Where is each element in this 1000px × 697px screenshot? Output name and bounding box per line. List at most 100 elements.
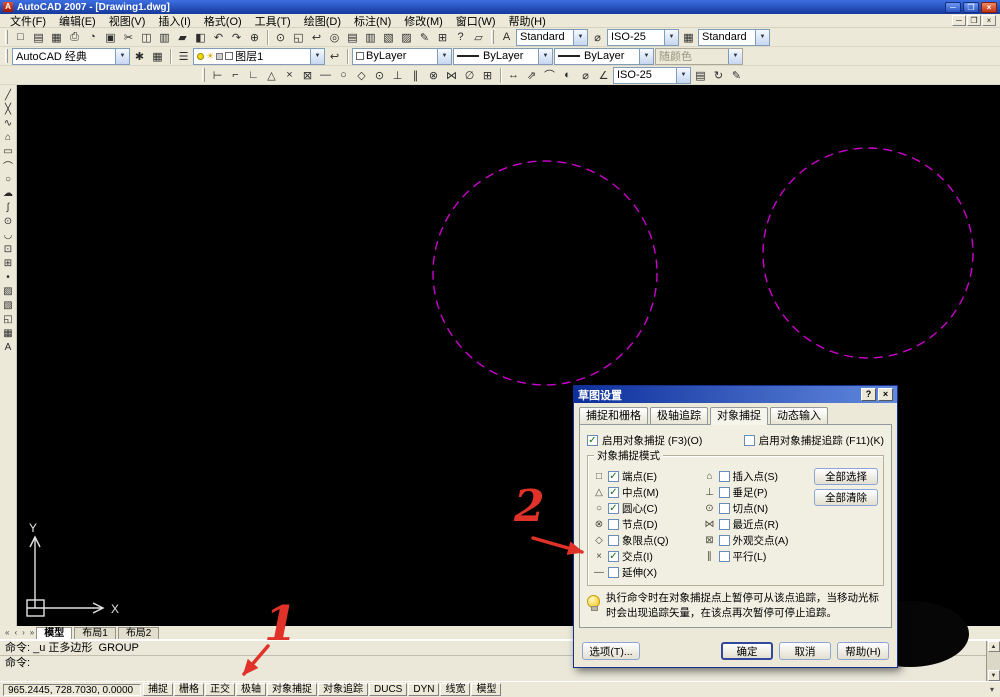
tool-palettes-icon[interactable]: ▧ xyxy=(380,29,397,45)
table-style-icon[interactable]: ▦ xyxy=(680,29,697,45)
osnap-mode-checkbox[interactable] xyxy=(718,470,730,482)
dimension-style-combo[interactable]: ISO-25 ▼ xyxy=(613,66,691,84)
chevron-down-icon[interactable]: ▼ xyxy=(310,48,324,64)
help-icon[interactable]: ? xyxy=(452,29,469,45)
chevron-down-icon[interactable]: ▼ xyxy=(676,67,690,83)
close-button[interactable]: × xyxy=(981,1,997,13)
dim-radius-icon[interactable]: ◐ xyxy=(559,67,576,83)
cut-icon[interactable]: ✂ xyxy=(120,29,137,45)
scroll-up-icon[interactable]: ▲ xyxy=(987,641,1000,652)
dim-arc-icon[interactable]: ⌒ xyxy=(541,67,558,83)
menu-modify[interactable]: 修改(M) xyxy=(398,13,449,29)
save-workspace-icon[interactable]: ▦ xyxy=(149,48,166,64)
orbit-icon[interactable]: ◎ xyxy=(326,29,343,45)
zoom-realtime-icon[interactable]: ⊙ xyxy=(272,29,289,45)
plot-icon[interactable]: ⎙ xyxy=(66,29,83,45)
osnap-mode-checkbox[interactable] xyxy=(718,534,730,546)
menu-dimension[interactable]: 标注(N) xyxy=(348,13,397,29)
menu-draw[interactable]: 绘图(D) xyxy=(298,13,347,29)
linetype-combo[interactable]: ByLayer ▼ xyxy=(453,47,553,65)
cancel-button[interactable]: 取消 xyxy=(779,642,831,660)
snap-center-icon[interactable]: ○ xyxy=(335,67,352,83)
osnap-mode-checkbox[interactable] xyxy=(608,534,619,546)
osnap-mode-checkbox[interactable] xyxy=(608,502,619,514)
status-polar-button[interactable]: 极轴 xyxy=(236,683,266,696)
zoom-window-icon[interactable]: ◱ xyxy=(290,29,307,45)
text-style-icon[interactable]: A xyxy=(498,29,515,45)
circle-icon[interactable]: ○ xyxy=(1,172,16,186)
status-ortho-button[interactable]: 正交 xyxy=(205,683,235,696)
dim-aligned-icon[interactable]: ⇗ xyxy=(523,67,540,83)
tab-polar-tracking[interactable]: 极轴追踪 xyxy=(650,407,708,424)
ok-button[interactable]: 确定 xyxy=(721,642,773,660)
status-dyn-button[interactable]: DYN xyxy=(408,683,440,696)
line-icon[interactable]: ╱ xyxy=(1,88,16,102)
snap-tangent-icon[interactable]: ⊙ xyxy=(371,67,388,83)
hatch-icon[interactable]: ▨ xyxy=(1,284,16,298)
make-block-icon[interactable]: ⊞ xyxy=(1,256,16,270)
maximize-button[interactable]: ❐ xyxy=(963,1,979,13)
spline-icon[interactable]: ∫ xyxy=(1,200,16,214)
status-lwt-button[interactable]: 线宽 xyxy=(440,683,471,696)
layer-combo[interactable]: ☀ 图层1 ▼ xyxy=(193,47,325,65)
status-tray-icon[interactable]: ▾ xyxy=(990,685,997,694)
dim-diameter-icon[interactable]: ⌀ xyxy=(577,67,594,83)
dim-style-combo[interactable]: ISO-25 ▼ xyxy=(607,28,679,46)
first-tab-icon[interactable]: « xyxy=(3,627,11,639)
gradient-icon[interactable]: ▧ xyxy=(1,298,16,312)
sheetset-manager-icon[interactable]: ▨ xyxy=(398,29,415,45)
chevron-down-icon[interactable]: ▼ xyxy=(538,48,552,64)
designcenter-icon[interactable]: ▥ xyxy=(362,29,379,45)
snap-perpendicular-icon[interactable]: ⊥ xyxy=(389,67,406,83)
chevron-down-icon[interactable]: ▼ xyxy=(639,48,653,64)
ellipse-arc-icon[interactable]: ◡ xyxy=(1,228,16,242)
menu-tools[interactable]: 工具(T) xyxy=(249,13,297,29)
zoom-previous-icon[interactable]: ↩ xyxy=(308,29,325,45)
dialog-help-button[interactable]: ? xyxy=(861,388,876,401)
construction-line-icon[interactable]: ╳ xyxy=(1,102,16,116)
clear-all-button[interactable]: 全部清除 xyxy=(814,489,878,506)
status-grid-button[interactable]: 栅格 xyxy=(174,683,204,696)
snap-apparent-icon[interactable]: ⊠ xyxy=(299,67,316,83)
osnap-mode-checkbox[interactable] xyxy=(608,518,619,530)
publish-icon[interactable]: ▣ xyxy=(102,29,119,45)
block-editor-icon[interactable]: ◧ xyxy=(192,29,209,45)
dashed-circle-2[interactable] xyxy=(762,147,974,359)
menu-file[interactable]: 文件(F) xyxy=(4,13,52,29)
snap-quadrant-icon[interactable]: ◇ xyxy=(353,67,370,83)
toolbar-grip[interactable] xyxy=(491,30,494,44)
titlebar[interactable]: A AutoCAD 2007 - [Drawing1.dwg] ─ ❐ × xyxy=(0,0,1000,14)
plot-preview-icon[interactable]: ◔ xyxy=(84,29,101,45)
menu-insert[interactable]: 插入(I) xyxy=(152,13,196,29)
snap-intersection-icon[interactable]: × xyxy=(281,67,298,83)
tab-snap-and-grid[interactable]: 捕捉和栅格 xyxy=(579,407,648,424)
status-snap-button[interactable]: 捕捉 xyxy=(143,683,173,696)
chevron-down-icon[interactable]: ▼ xyxy=(755,29,769,45)
snap-midpoint-icon[interactable]: △ xyxy=(263,67,280,83)
snap-node-icon[interactable]: ⊗ xyxy=(425,67,442,83)
minimize-button[interactable]: ─ xyxy=(945,1,961,13)
revcloud-icon[interactable]: ☁ xyxy=(1,186,16,200)
dialog-titlebar[interactable]: 草图设置 ? × xyxy=(574,386,897,403)
arc-icon[interactable]: ⌒ xyxy=(1,158,16,173)
polygon-icon[interactable]: ⌂ xyxy=(1,130,16,144)
snap-endpoint-icon[interactable]: ∟ xyxy=(245,67,262,83)
point-icon[interactable]: • xyxy=(1,270,16,284)
status-ducs-button[interactable]: DUCS xyxy=(369,683,408,696)
undo-icon[interactable]: ↶ xyxy=(210,29,227,45)
status-model-button[interactable]: 模型 xyxy=(471,683,502,696)
dim-edit-icon[interactable]: ✎ xyxy=(728,67,745,83)
menu-format[interactable]: 格式(O) xyxy=(198,13,248,29)
snap-from-icon[interactable]: ⌐ xyxy=(227,67,244,83)
menu-help[interactable]: 帮助(H) xyxy=(503,13,552,29)
coordinates-readout[interactable]: 965.2445, 728.7030, 0.0000 xyxy=(3,683,141,696)
snap-nearest-icon[interactable]: ⋈ xyxy=(443,67,460,83)
open-icon[interactable]: ▤ xyxy=(30,29,47,45)
lineweight-combo[interactable]: ByLayer ▼ xyxy=(554,47,654,65)
osnap-mode-checkbox[interactable] xyxy=(608,470,619,482)
prev-tab-icon[interactable]: ‹ xyxy=(12,627,19,639)
match-properties-icon[interactable]: ▰ xyxy=(174,29,191,45)
new-icon[interactable]: □ xyxy=(12,29,29,45)
tab-layout2[interactable]: 布局2 xyxy=(117,627,160,639)
save-icon[interactable]: ▦ xyxy=(48,29,65,45)
